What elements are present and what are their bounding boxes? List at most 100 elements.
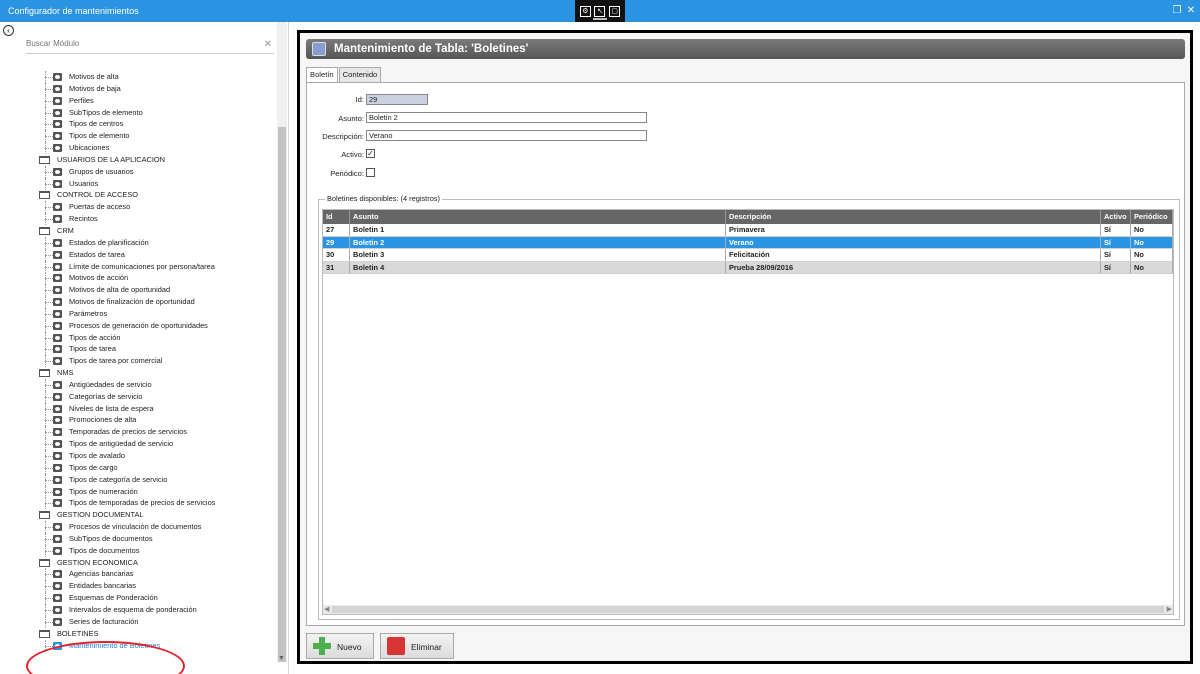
tree-item[interactable]: Estados de planificación [0,236,276,249]
tree-item[interactable]: Motivos de acción [0,272,276,285]
tree-item[interactable]: Tipos de acción [0,331,276,344]
tree-item[interactable]: Tipos de centros [0,118,276,131]
gear-icon [53,404,62,413]
tree-item[interactable]: Grupos de usuarios [0,165,276,178]
tree-item[interactable]: Esquemas de Ponderación [0,592,276,605]
new-button[interactable]: Nuevo [306,633,374,659]
descripcion-field[interactable]: Verano [366,130,647,141]
asunto-field[interactable]: Boletin 2 [366,112,647,123]
gear-icon [53,298,62,307]
scroll-down-icon[interactable]: ▼ [278,655,285,662]
tree-item[interactable]: Parámetros [0,307,276,320]
tree-category[interactable]: GESTION DOCUMENTAL [0,509,276,521]
tree-item[interactable]: Entidades bancarias [0,580,276,593]
asunto-label: Asunto: [338,114,364,123]
table-row[interactable]: 31 Boletin 4 Prueba 28/09/2016 Sí No [323,261,1173,275]
settings-icon[interactable]: ⚙ [579,5,591,17]
tree-item[interactable]: Categorías de servicio [0,390,276,403]
pointer-icon[interactable]: ↖ [594,5,606,17]
tree-category[interactable]: BOLETINES [0,628,276,640]
tree-item[interactable]: Temporadas de precios de servicios [0,426,276,439]
sidebar-scrollbar[interactable]: ▼ [277,22,287,662]
tree-item[interactable]: Promociones de alta [0,414,276,427]
tree-category[interactable]: NMS [0,367,276,379]
column-header[interactable]: Periódico [1131,210,1173,224]
tree-label: Tipos de elemento [69,131,130,141]
tree-item[interactable]: Intervalos de esquema de ponderación [0,603,276,616]
tree-item[interactable]: Recintos [0,213,276,226]
tree-item[interactable]: Tipos de avalado [0,450,276,462]
tree-item[interactable]: Tipos de elemento [0,130,276,143]
tree-item[interactable]: Procesos de vinculación de documentos [0,521,276,534]
tree-item[interactable]: Tipos de antigüedad de servicio [0,438,276,451]
table-row[interactable]: 29 Boletin 2 Verano Sí No [323,236,1173,250]
column-header[interactable]: Asunto [350,210,726,224]
tree-item[interactable]: SubTipos de documentos [0,532,276,545]
tree-label: Motivos de alta [69,72,119,81]
tree-category[interactable]: CONTROL DE ACCESO [0,189,276,201]
back-arrow-icon[interactable]: ‹ [3,25,14,36]
table-row[interactable]: 27 Boletin 1 Primavera Sí No [323,224,1173,237]
tree-item[interactable]: Tipos de categoría de servicio [0,473,276,486]
tree-item[interactable]: Antigüedades de servicio [0,378,276,391]
tree-item[interactable]: Usuarios [0,177,276,190]
scroll-right-icon[interactable]: ▶ [1167,605,1172,613]
tab-strip: Boletín Contenido [306,67,382,83]
drag-handle[interactable] [593,18,607,20]
scrollbar-thumb[interactable] [278,127,286,662]
column-header[interactable]: Activo [1101,210,1131,224]
tree-category[interactable]: CRM [0,225,276,237]
gear-icon [53,570,62,579]
table-cell: 30 [323,249,350,261]
gear-icon [53,309,62,318]
tree-connector [45,538,53,540]
tree-item[interactable]: Tipos de tarea [0,343,276,356]
folder-icon [39,191,50,200]
tree-item[interactable]: SubTipos de elemento [0,106,276,119]
close-icon[interactable]: ✕ [1185,5,1197,17]
tree-item[interactable]: Tipos de documentos [0,544,276,557]
scroll-left-icon[interactable]: ◀ [324,605,329,613]
gear-icon [53,487,62,496]
tree-item[interactable]: Tipos de cargo [0,461,276,474]
grid-hscrollbar[interactable]: ◀ ▶ [323,605,1173,614]
tree-item[interactable]: Límite de comunicaciones por persona/tar… [0,260,276,273]
tab-contenido[interactable]: Contenido [338,67,382,82]
activo-checkbox[interactable]: ✓ [366,149,375,158]
tree-item[interactable]: Agencias bancarias [0,568,276,581]
tree-item[interactable]: Estados de tarea [0,248,276,261]
tree-label: SubTipos de documentos [69,533,153,543]
tree-item[interactable]: Puertas de acceso [0,201,276,214]
tree-label: Tipos de tarea por comercial [69,356,163,366]
tree-label: USUARIOS DE LA APLICACION [57,154,166,164]
tree-item[interactable]: Series de facturación [0,615,276,628]
tree-item[interactable]: Motivos de alta de oportunidad [0,284,276,297]
tree-item[interactable]: Niveles de lista de espera [0,402,276,415]
tree-item[interactable]: Tipos de tarea por comercial [0,355,276,368]
tab-boletin[interactable]: Boletín [306,67,338,83]
tree-item[interactable]: Tipos de temporadas de precios de servic… [0,497,276,510]
tree-connector [45,479,53,481]
tree-label: BOLETINES [57,628,99,638]
tree-item[interactable]: Procesos de generación de oportunidades [0,319,276,332]
tree-category[interactable]: USUARIOS DE LA APLICACION [0,154,276,166]
tree-item[interactable]: Tipos de numeración [0,485,276,498]
tree-connector [45,171,53,173]
tree-item[interactable]: Motivos de alta [0,71,276,83]
periodico-checkbox[interactable] [366,168,375,177]
tree-connector [45,278,53,280]
clear-search-icon[interactable]: ✕ [264,39,272,50]
tree-item[interactable]: Perfiles [0,94,276,107]
column-header[interactable]: Id [323,210,350,224]
table-row[interactable]: 30 Boletin 3 Felicitación Sí No [323,249,1173,262]
tree-category[interactable]: GESTION ECONOMICA [0,557,276,569]
delete-button[interactable]: Eliminar [380,633,454,659]
tree-item[interactable]: Motivos de finalización de oportunidad [0,296,276,309]
search-input[interactable] [26,39,254,48]
grid-scroll-thumb[interactable] [332,606,1164,613]
tree-item[interactable]: Motivos de baja [0,82,276,95]
fullscreen-icon[interactable]: ▢ [609,5,621,17]
restore-icon[interactable]: ❐ [1171,5,1183,17]
tree-item[interactable]: Ubicaciones [0,142,276,155]
column-header[interactable]: Descripción [726,210,1101,224]
